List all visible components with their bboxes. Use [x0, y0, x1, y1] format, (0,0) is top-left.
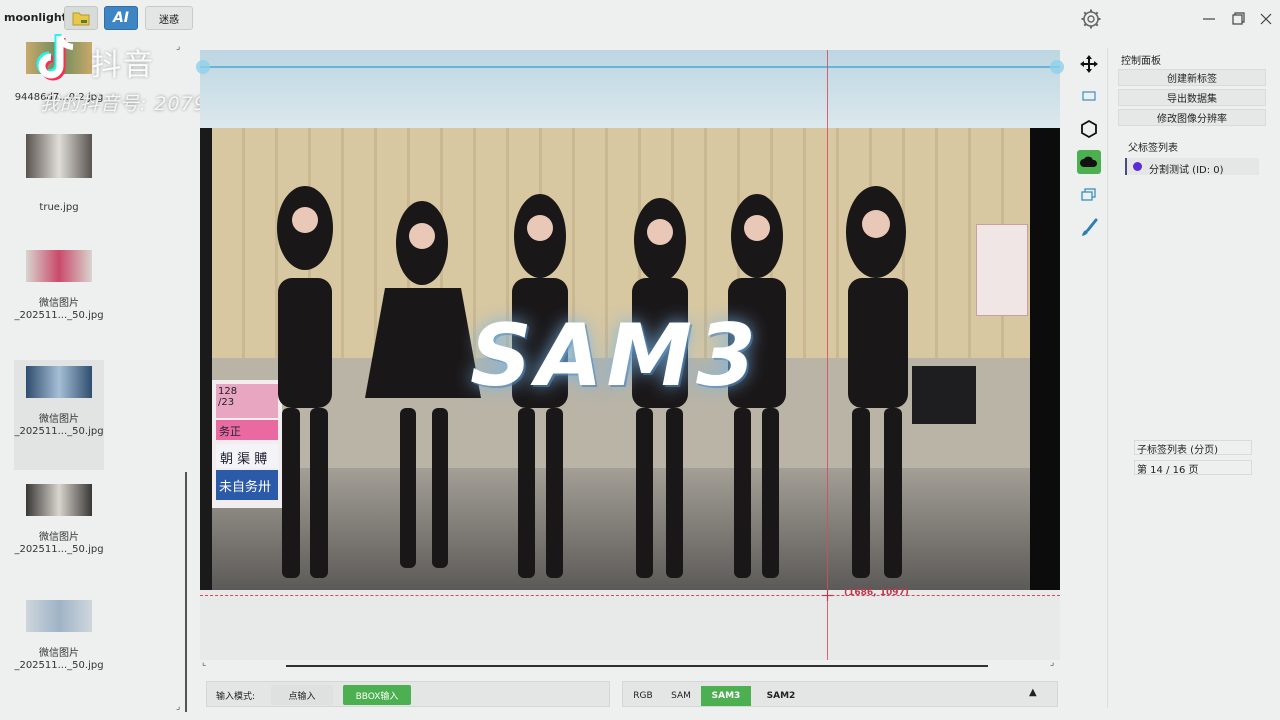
copy-icon — [1081, 188, 1096, 201]
image-list-item[interactable]: 微信图片 _202511..._50.jpg — [14, 360, 104, 470]
canvas-horizontal-scrollbar[interactable] — [286, 665, 988, 667]
model-selector-bar: RGB SAM SAM3 SAM2 ▲ — [622, 681, 1058, 707]
gear-icon[interactable] — [1080, 8, 1102, 30]
parent-label-list-title: 父标签列表 — [1128, 143, 1178, 154]
tool-column — [1074, 50, 1104, 250]
cloud-icon — [1080, 156, 1098, 167]
thumbnail-label: 微信图片 _202511..._50.jpg — [14, 648, 104, 671]
tiktok-logo-icon — [36, 34, 74, 81]
input-mode-bar: 输入模式: 点输入 BBOX输入 — [206, 681, 610, 707]
brush-icon — [1082, 218, 1098, 236]
horizontal-guide-line — [200, 66, 1060, 68]
watermark-brand: 抖音 — [91, 48, 155, 83]
brush-tool-button[interactable] — [1077, 216, 1101, 240]
corner-mark: ⌟ — [1050, 658, 1055, 668]
corner-mark: ⌟ — [176, 702, 181, 712]
cursor-coordinates: (1686, 1097) — [844, 588, 909, 598]
close-icon[interactable] — [1257, 10, 1275, 28]
thumbnail-image — [26, 250, 92, 282]
create-label-button[interactable]: 创建新标签 — [1118, 69, 1266, 86]
parent-label-item[interactable]: 分割测试 (ID: 0) — [1125, 158, 1259, 176]
image-list-item[interactable]: 微信图片 _202511..._50.jpg — [14, 594, 104, 704]
canvas-header-band — [200, 50, 1060, 128]
horizontal-cursor-guide — [200, 595, 1060, 596]
ai-button-label: AI — [112, 10, 130, 26]
thumbnail-image — [26, 484, 92, 516]
thumbnail-image — [26, 600, 92, 632]
corner-mark: ⌞ — [202, 658, 207, 668]
maximize-icon[interactable] — [1229, 10, 1247, 28]
thumbnail-image — [26, 134, 92, 178]
control-panel-title: 控制面板 — [1121, 56, 1161, 67]
sidebar-scrollbar[interactable] — [185, 472, 187, 712]
rectangle-tool-button[interactable] — [1077, 84, 1101, 108]
minimize-icon[interactable] — [1200, 10, 1218, 28]
child-label-list-title: 子标签列表 (分页) — [1134, 440, 1252, 456]
image-list-item[interactable]: 微信图片 _202511..._50.jpg — [14, 478, 104, 588]
guide-handle[interactable] — [196, 60, 210, 74]
polygon-tool-button[interactable] — [1077, 117, 1101, 141]
overlay-title: SAM3 — [470, 306, 760, 406]
corner-mark: ⌟ — [176, 42, 181, 52]
tab-rgb[interactable]: RGB — [629, 686, 657, 706]
annotated-photo[interactable]: 128 /23 务正 朝 渠 賻 未自务卅 SAM3 — [200, 128, 1060, 590]
image-list-sidebar: 94486d7...0.2.jpg true.jpg 微信图片 _202511...… — [0, 38, 190, 720]
control-panel: 控制面板 创建新标签 导出数据集 修改图像分辨率 父标签列表 分割测试 (ID:… — [1107, 48, 1275, 708]
title-bar: moonlight AI 迷惑 — [0, 0, 1280, 38]
copy-tool-button[interactable] — [1077, 183, 1101, 207]
export-dataset-button[interactable]: 导出数据集 — [1118, 89, 1266, 106]
thumbnail-label: 微信图片 _202511..._50.jpg — [14, 298, 104, 321]
label-color-dot — [1133, 162, 1142, 171]
change-resolution-button[interactable]: 修改图像分辨率 — [1118, 109, 1266, 126]
page-indicator: 第 14 / 16 页 — [1134, 460, 1252, 476]
cloud-tool-button[interactable] — [1077, 150, 1101, 174]
guide-handle[interactable] — [1050, 60, 1064, 74]
image-list-item[interactable]: 微信图片 _202511..._50.jpg — [14, 244, 104, 354]
input-mode-label: 输入模式: — [216, 692, 256, 702]
tab-sam3[interactable]: SAM3 — [701, 686, 751, 706]
hexagon-icon — [1081, 119, 1097, 139]
parent-label-name: 分割测试 (ID: 0) — [1149, 165, 1224, 176]
thumbnail-image — [26, 366, 92, 398]
point-input-button[interactable]: 点输入 — [271, 685, 333, 705]
move-tool-button[interactable] — [1077, 52, 1101, 76]
expand-up-icon[interactable]: ▲ — [1029, 687, 1037, 698]
folder-icon — [72, 12, 90, 26]
vertical-cursor-guide — [827, 50, 828, 660]
rectangle-icon — [1082, 91, 1096, 101]
image-canvas[interactable]: 128 /23 务正 朝 渠 賻 未自务卅 SAM3 (1686, 1097) … — [196, 50, 1064, 668]
crosshair-icon — [822, 590, 833, 601]
bbox-input-button[interactable]: BBOX输入 — [343, 685, 411, 705]
tab-sam2[interactable]: SAM2 — [759, 686, 803, 706]
thumbnail-label: 微信图片 _202511..._50.jpg — [14, 532, 104, 555]
mode-button[interactable]: 迷惑 — [145, 6, 193, 30]
thumbnail-label: 微信图片 _202511..._50.jpg — [14, 414, 104, 437]
thumbnail-label: true.jpg — [39, 202, 79, 213]
move-icon — [1080, 55, 1098, 73]
tab-sam[interactable]: SAM — [667, 686, 695, 706]
image-list-item[interactable]: true.jpg — [14, 128, 104, 238]
open-folder-button[interactable] — [64, 6, 98, 30]
app-title: moonlight — [4, 11, 67, 24]
ai-button[interactable]: AI — [104, 6, 138, 30]
